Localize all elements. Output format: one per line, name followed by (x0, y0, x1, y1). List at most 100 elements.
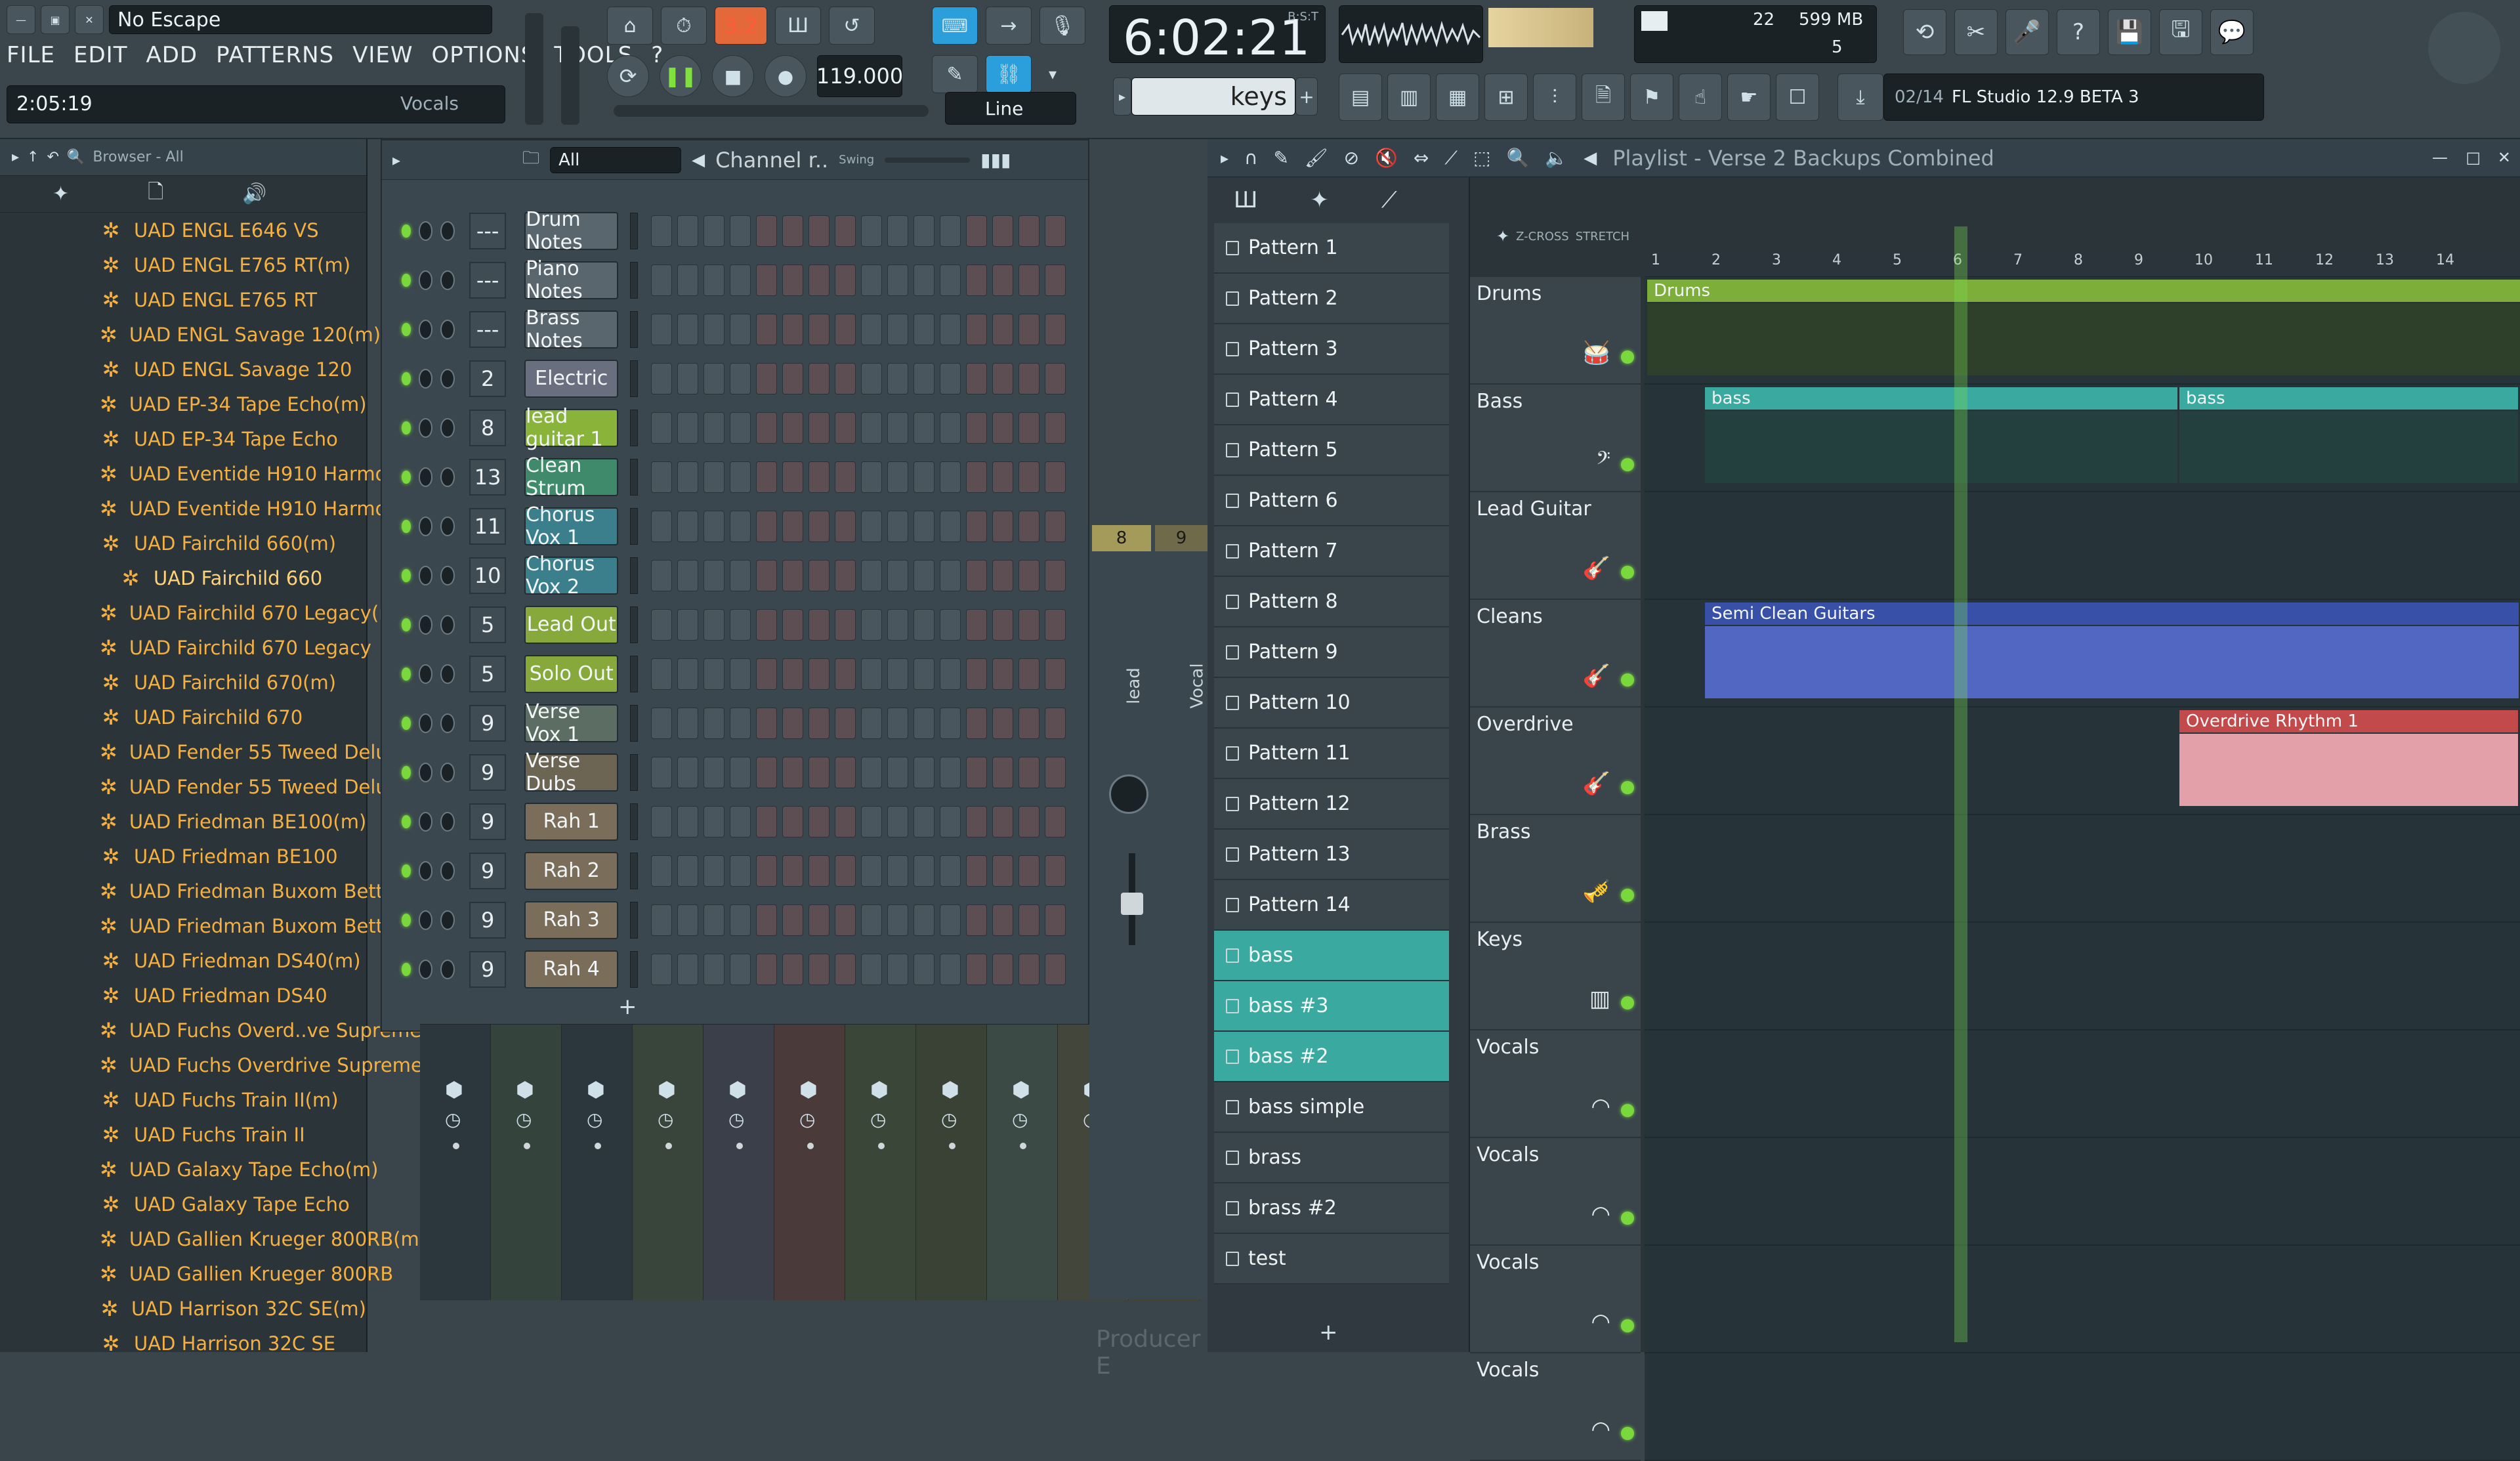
step-button[interactable] (835, 412, 856, 444)
step-button[interactable] (940, 215, 961, 247)
mixer-clock-icon[interactable]: ◷ (516, 1109, 532, 1130)
step-button[interactable] (940, 264, 961, 296)
step-button[interactable] (677, 313, 698, 345)
folder-icon[interactable]: 🗀 (522, 146, 539, 175)
dropdown-arrow-icon[interactable]: ▾ (1040, 55, 1066, 93)
step-button[interactable] (677, 362, 698, 394)
step-button[interactable] (1018, 510, 1040, 542)
step-button[interactable] (808, 313, 830, 345)
step-button[interactable] (940, 805, 961, 837)
mixer-clock-icon[interactable]: ◷ (1012, 1109, 1028, 1130)
step-button[interactable] (782, 215, 803, 247)
channel-volume-knob[interactable] (440, 959, 455, 979)
step-button[interactable] (835, 608, 856, 641)
channel-mute-led[interactable] (402, 322, 411, 336)
step-button[interactable] (782, 904, 803, 936)
channel-mixer-track[interactable]: 9 (469, 950, 507, 988)
step-button[interactable] (756, 658, 777, 690)
mixer-pan-knob[interactable] (1109, 774, 1148, 814)
step-button[interactable] (677, 756, 698, 788)
step-button[interactable] (940, 953, 961, 985)
step-button[interactable] (651, 855, 672, 887)
step-button[interactable] (861, 953, 882, 985)
track-lane[interactable]: Semi Clean Guitars (1645, 600, 2520, 708)
step-button[interactable] (992, 805, 1013, 837)
menu-edit[interactable]: EDIT (74, 42, 127, 68)
track-lane[interactable]: Overdrive Rhythm 1 (1645, 708, 2520, 815)
channel-select[interactable] (630, 360, 638, 397)
pattern-item[interactable]: Pattern 1 (1214, 223, 1449, 274)
browser-item[interactable]: ✲ UAD Fuchs Overd..ve Supreme 50(m) (0, 1013, 485, 1048)
channel-name-button[interactable]: Clean Strum (524, 454, 619, 500)
song-position-display[interactable]: 6:02:21 B:S:T (1109, 5, 1326, 66)
step-button[interactable] (782, 559, 803, 591)
step-button[interactable] (966, 362, 987, 394)
mixer-send-dot[interactable] (524, 1143, 530, 1149)
step-button[interactable] (835, 510, 856, 542)
mixer-fader-handle[interactable] (1121, 893, 1143, 915)
blend-notes-icon[interactable]: Ш (775, 7, 821, 45)
browser-item[interactable]: ✲ UAD Fuchs Train II(m) (0, 1082, 366, 1117)
step-button[interactable] (914, 855, 934, 887)
channel-name-button[interactable]: Rah 4 (524, 950, 619, 988)
step-button[interactable] (861, 264, 882, 296)
track-mute-led[interactable] (1621, 1319, 1634, 1332)
pattern-item[interactable]: brass #2 (1214, 1183, 1449, 1234)
step-button[interactable] (756, 608, 777, 641)
track-mute-led[interactable] (1621, 781, 1634, 794)
step-button[interactable] (914, 412, 934, 444)
step-button[interactable] (1045, 313, 1066, 345)
pattern-item[interactable]: bass (1214, 931, 1449, 981)
mixer-fx-icon[interactable]: ⬢ (941, 1077, 959, 1102)
mic-icon[interactable]: 🎙 (1040, 7, 1085, 45)
channel-pan-knob[interactable] (418, 762, 433, 782)
step-button[interactable] (808, 707, 830, 739)
browser-item[interactable]: ✲ UAD Eventide H910 Harmonizer (0, 491, 434, 526)
step-button[interactable] (887, 855, 908, 887)
step-button[interactable] (940, 658, 961, 690)
step-button[interactable] (782, 461, 803, 493)
channel-pan-knob[interactable] (418, 319, 433, 339)
step-button[interactable] (704, 461, 724, 493)
channel-volume-knob[interactable] (440, 565, 455, 585)
channel-volume-knob[interactable] (440, 811, 455, 832)
channel-name-button[interactable]: Chorus Vox 1 (524, 503, 619, 549)
step-button[interactable] (730, 412, 751, 444)
save-as-icon[interactable]: 🖫 (2159, 9, 2202, 55)
step-button[interactable] (756, 461, 777, 493)
channel-volume-knob[interactable] (440, 368, 455, 389)
channel-mute-led[interactable] (402, 273, 411, 287)
files-filter-icon[interactable]: 🗋 (148, 177, 163, 211)
step-button[interactable] (808, 658, 830, 690)
mixer-send-dot[interactable] (878, 1143, 885, 1149)
step-button[interactable] (730, 707, 751, 739)
mixer-send-dot[interactable] (453, 1143, 459, 1149)
close-icon[interactable]: ✕ (75, 5, 104, 34)
track-header[interactable]: Vocals ◠ (1470, 1138, 1641, 1246)
playlist-wave-icon[interactable]: ✦ (1496, 227, 1509, 245)
step-button[interactable] (756, 510, 777, 542)
step-button[interactable] (704, 559, 724, 591)
step-button[interactable] (1045, 461, 1066, 493)
pattern-item[interactable]: bass #3 (1214, 981, 1449, 1032)
mixer-clock-icon[interactable]: ◷ (728, 1109, 744, 1130)
step-button[interactable] (887, 707, 908, 739)
step-button[interactable] (887, 559, 908, 591)
channel-pan-knob[interactable] (418, 467, 433, 487)
microphone-icon[interactable]: 🎤 (2006, 9, 2049, 55)
track-header[interactable]: Brass 🎺 (1470, 815, 1641, 923)
add-channel-icon[interactable]: + (1295, 77, 1318, 116)
bass-clip[interactable]: bass (2179, 387, 2518, 410)
channel-select[interactable] (630, 310, 638, 348)
step-button[interactable] (1018, 904, 1040, 936)
menu-add[interactable]: ADD (146, 42, 198, 68)
step-button[interactable] (782, 953, 803, 985)
step-button[interactable] (756, 559, 777, 591)
undo-icon[interactable]: ⟲ (1903, 9, 1946, 55)
semi-clean-guitars-clip[interactable]: Semi Clean Guitars (1705, 603, 2519, 625)
step-button[interactable] (887, 805, 908, 837)
track-header[interactable]: Vocals ◠ (1470, 1353, 1641, 1461)
step-button[interactable] (677, 461, 698, 493)
step-button[interactable] (730, 215, 751, 247)
step-button[interactable] (808, 264, 830, 296)
